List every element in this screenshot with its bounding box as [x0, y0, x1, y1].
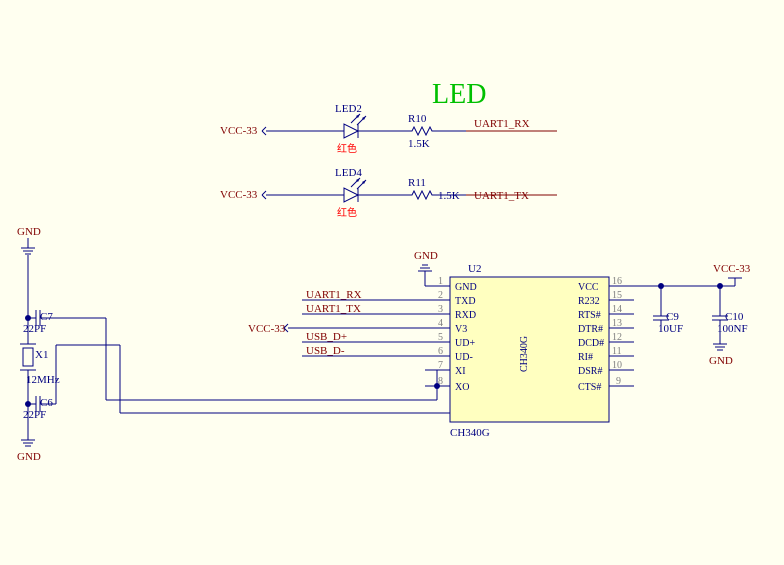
- svg-text:7: 7: [438, 360, 443, 371]
- svg-text:UD+: UD+: [455, 338, 475, 349]
- led4-designator: LED4: [335, 167, 362, 179]
- svg-text:DSR#: DSR#: [578, 366, 602, 377]
- x1-value: 12MHz: [26, 374, 60, 386]
- svg-text:2: 2: [438, 290, 443, 301]
- svg-text:5: 5: [438, 332, 443, 343]
- svg-text:10: 10: [612, 360, 622, 371]
- c10-designator: C10: [725, 311, 744, 323]
- net-usb-dp: USB_D+: [306, 331, 347, 343]
- c6-designator: C6: [40, 397, 53, 409]
- power-label-vcc33-led2: VCC-33: [220, 125, 258, 137]
- power-label-vcc33-led4: VCC-33: [220, 189, 258, 201]
- svg-text:TXD: TXD: [455, 296, 476, 307]
- c6-value: 22PF: [23, 409, 46, 421]
- c9-designator: C9: [666, 311, 679, 323]
- svg-text:14: 14: [612, 304, 622, 315]
- svg-text:XO: XO: [455, 382, 469, 393]
- svg-text:1: 1: [438, 276, 443, 287]
- svg-text:V3: V3: [455, 324, 467, 335]
- svg-text:15: 15: [612, 290, 622, 301]
- svg-text:3: 3: [438, 304, 443, 315]
- r10-designator: R10: [408, 113, 427, 125]
- r11-value: 1.5K: [438, 190, 460, 202]
- c7-designator: C7: [40, 311, 53, 323]
- net-uart1-tx-pin3: UART1_TX: [306, 303, 361, 315]
- svg-text:GND: GND: [455, 282, 477, 293]
- svg-text:8: 8: [438, 376, 443, 387]
- c10-value: 100NF: [717, 323, 748, 335]
- c9-value: 10UF: [658, 323, 683, 335]
- u2-part: CH340G: [519, 336, 530, 372]
- led2-designator: LED2: [335, 103, 362, 115]
- net-uart1-rx-top: UART1_RX: [474, 118, 530, 130]
- svg-text:DTR#: DTR#: [578, 324, 603, 335]
- net-usb-dm: USB_D-: [306, 345, 345, 357]
- svg-text:XI: XI: [455, 366, 466, 377]
- section-title: LED: [432, 79, 486, 110]
- u2-value: CH340G: [450, 427, 490, 439]
- led2-value: 红色: [337, 142, 357, 155]
- x1-designator: X1: [35, 349, 48, 361]
- gnd-top-left: GND: [17, 226, 41, 238]
- svg-text:UD-: UD-: [455, 352, 473, 363]
- c7-value: 22PF: [23, 323, 46, 335]
- svg-text:RI#: RI#: [578, 352, 593, 363]
- vcc33-right: VCC-33: [713, 263, 751, 275]
- net-uart1-rx-pin2: UART1_RX: [306, 289, 362, 301]
- gnd-bottom-left: GND: [17, 451, 41, 463]
- svg-text:11: 11: [612, 346, 622, 357]
- net-uart1-tx-top: UART1_TX: [474, 190, 529, 202]
- svg-text:4: 4: [438, 318, 443, 329]
- svg-text:CTS#: CTS#: [578, 382, 601, 393]
- svg-text:12: 12: [612, 332, 622, 343]
- svg-text:13: 13: [612, 318, 622, 329]
- led4-value: 红色: [337, 206, 357, 219]
- svg-text:16: 16: [612, 276, 622, 287]
- vcc33-pin4: VCC-33: [248, 323, 286, 335]
- schematic-canvas: LED VCC-33 LED2 红色 R10 1.5K UART1_RX VCC…: [0, 0, 784, 565]
- svg-text:R232: R232: [578, 296, 600, 307]
- svg-text:RXD: RXD: [455, 310, 476, 321]
- svg-text:VCC: VCC: [578, 282, 599, 293]
- svg-text:RTS#: RTS#: [578, 310, 601, 321]
- svg-text:9: 9: [616, 376, 621, 387]
- gnd-right: GND: [709, 355, 733, 367]
- r10-value: 1.5K: [408, 138, 430, 150]
- u2-designator: U2: [468, 263, 481, 275]
- r11-designator: R11: [408, 177, 426, 189]
- svg-text:DCD#: DCD#: [578, 338, 604, 349]
- svg-text:6: 6: [438, 346, 443, 357]
- gnd-u2-pin1: GND: [414, 250, 438, 262]
